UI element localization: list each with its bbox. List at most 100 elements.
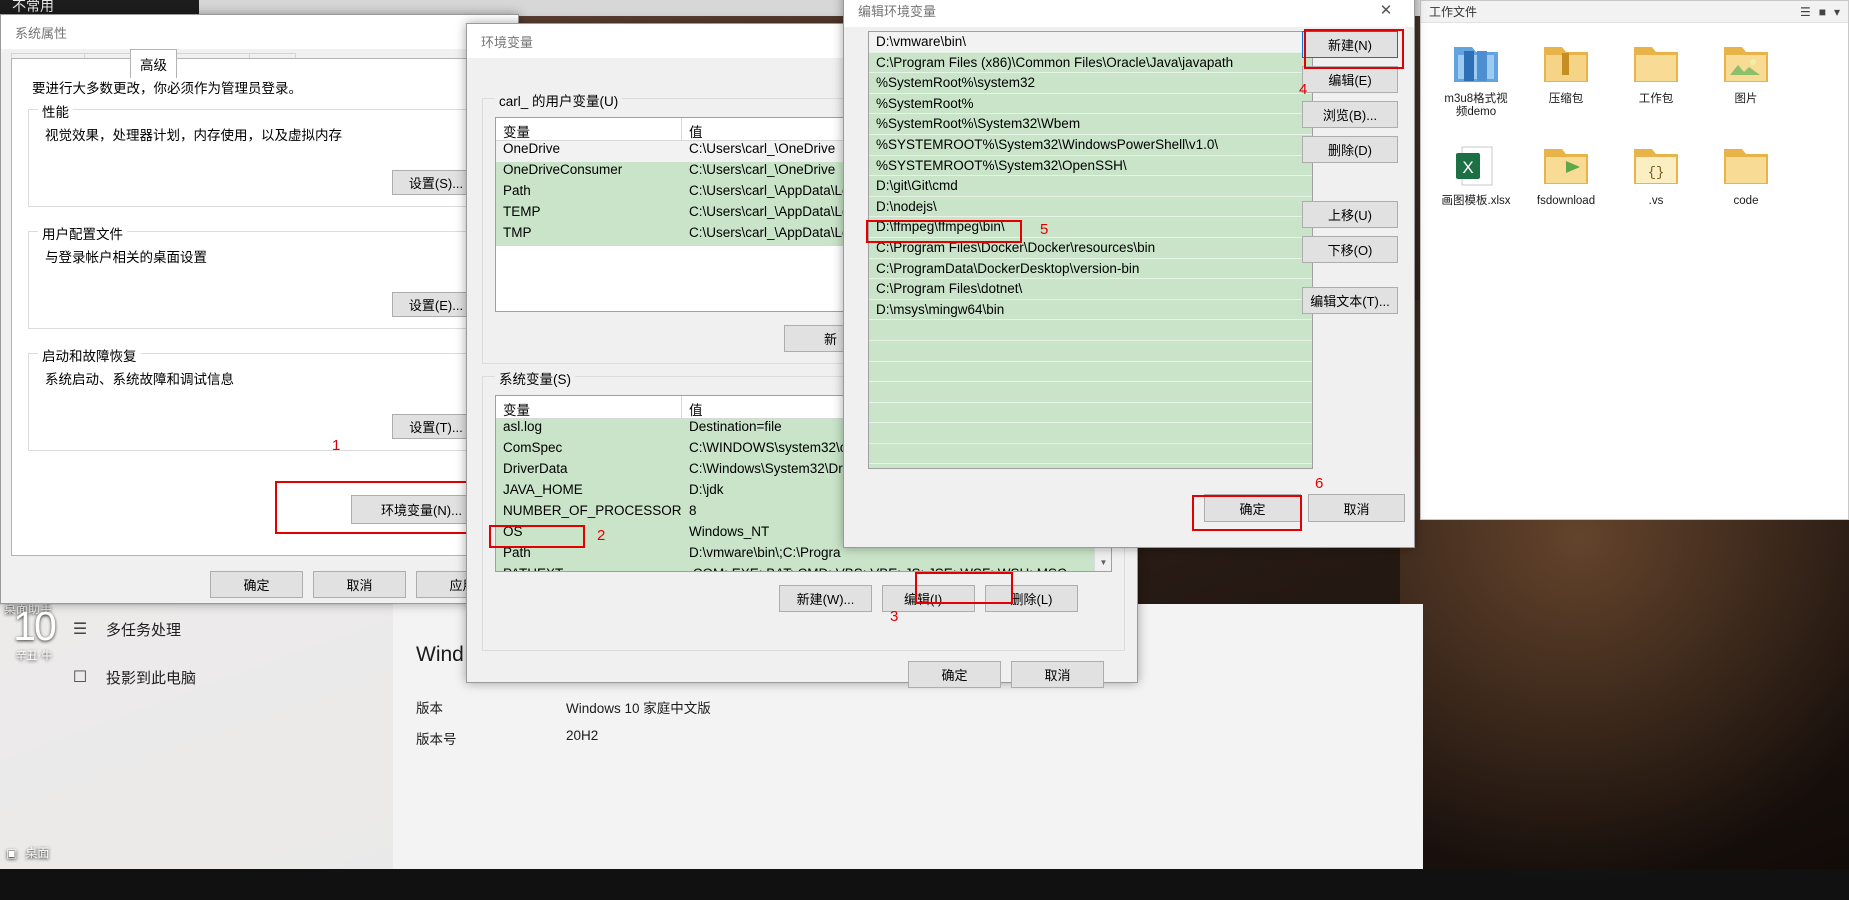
- ffmpeg-path-entry[interactable]: D:\ffmpeg\ffmpeg\bin\: [869, 217, 1312, 238]
- list-item[interactable]: D:\nodejs\: [869, 197, 1312, 218]
- button-label: 确定: [941, 668, 968, 683]
- edit-path-entry-button[interactable]: 编辑(E): [1302, 66, 1398, 93]
- list-item-empty[interactable]: [869, 320, 1312, 341]
- scroll-down-icon[interactable]: ▼: [1095, 554, 1111, 571]
- list-view-icon[interactable]: ☰: [1800, 5, 1811, 19]
- browse-path-entry-button[interactable]: 浏览(B)...: [1302, 101, 1398, 128]
- row-variable: OneDriveConsumer: [503, 162, 623, 177]
- file-item[interactable]: code: [1709, 137, 1783, 208]
- list-item[interactable]: D:\git\Git\cmd: [869, 176, 1312, 197]
- user-profiles-group: 用户配置文件 与登录帐户相关的桌面设置 设置(E)...: [28, 223, 493, 329]
- list-item[interactable]: C:\Program Files\Docker\Docker\resources…: [869, 238, 1312, 259]
- grid-view-icon[interactable]: ■: [1819, 5, 1826, 19]
- file-item[interactable]: m3u8格式视频demo: [1439, 35, 1513, 119]
- path-entries-list[interactable]: D:\vmware\bin\ C:\Program Files (x86)\Co…: [868, 31, 1313, 469]
- about-window-heading: Wind: [416, 643, 464, 666]
- file-label: m3u8格式视频demo: [1444, 93, 1508, 118]
- system-properties-ok-button[interactable]: 确定: [210, 571, 303, 598]
- folder-pictures-icon: [1709, 35, 1783, 93]
- list-item[interactable]: %SYSTEMROOT%\System32\WindowsPowerShell\…: [869, 135, 1312, 156]
- button-label: 取消: [1044, 668, 1071, 683]
- column-header-variable: 变量: [496, 396, 682, 418]
- new-path-entry-button[interactable]: 新建(N): [1302, 31, 1398, 58]
- list-item[interactable]: D:\msys\mingw64\bin: [869, 300, 1312, 321]
- startup-recovery-group-text: 系统启动、系统故障和调试信息: [45, 372, 234, 387]
- environment-variables-cancel-button[interactable]: 取消: [1011, 661, 1104, 688]
- move-up-button[interactable]: 上移(U): [1302, 201, 1398, 228]
- button-label: 下移(O): [1327, 243, 1373, 258]
- file-label: 画图模板.xlsx: [1441, 195, 1511, 207]
- chevron-down-icon[interactable]: ▾: [1834, 5, 1840, 19]
- system-path-row[interactable]: Path D:\vmware\bin\;C:\Progra: [496, 545, 1111, 566]
- list-item-empty[interactable]: [869, 444, 1312, 465]
- file-item[interactable]: 压缩包: [1529, 35, 1603, 119]
- button-label: 新: [823, 332, 837, 347]
- list-item-empty[interactable]: [869, 362, 1312, 383]
- explorer-header: 工作文件 ☰ ■ ▾: [1421, 1, 1848, 23]
- button-label: 新建(N): [1327, 38, 1373, 53]
- system-variables-legend: 系统变量(S): [495, 368, 575, 388]
- edit-environment-variable-dialog[interactable]: 编辑环境变量 ✕ D:\vmware\bin\ C:\Program Files…: [843, 0, 1415, 548]
- file-item[interactable]: fsdownload: [1529, 137, 1603, 208]
- list-item-empty[interactable]: [869, 382, 1312, 403]
- edit-dialog-cancel-button[interactable]: 取消: [1308, 494, 1405, 522]
- annotation-number-4: 4: [1299, 81, 1308, 98]
- delete-system-variable-button[interactable]: 删除(L): [985, 585, 1078, 612]
- list-item-empty[interactable]: [869, 341, 1312, 362]
- system-properties-dialog[interactable]: 系统属性 计算机名 硬件 高级 系统保护 远程 要进行大多数更改，你必须作为管理…: [0, 14, 519, 604]
- folder-archive-icon: [1529, 35, 1603, 93]
- file-item[interactable]: 工作包: [1619, 35, 1693, 119]
- folder-yellow-icon: [1619, 35, 1693, 93]
- explorer-file-grid[interactable]: m3u8格式视频demo 压缩包 工作包 图片 X 画图模板.xlsx fsdo…: [1421, 23, 1848, 238]
- excel-file-icon: X: [1439, 137, 1513, 195]
- admin-note: 要进行大多数更改，你必须作为管理员登录。: [32, 81, 302, 96]
- edit-dialog-ok-button[interactable]: 确定: [1204, 494, 1301, 522]
- close-icon[interactable]: ✕: [1364, 0, 1408, 24]
- annotation-number-5: 5: [1040, 221, 1049, 238]
- list-item[interactable]: %SYSTEMROOT%\System32\OpenSSH\: [869, 156, 1312, 177]
- file-label: 工作包: [1638, 93, 1674, 105]
- row-value: .COM;.EXE;.BAT;.CMD;.VBS;.VBE;.JS;.JSE;.…: [682, 566, 1111, 571]
- edit-dialog-title: 编辑环境变量: [858, 3, 937, 19]
- button-label: 上移(U): [1327, 208, 1373, 223]
- show-desktop-button[interactable]: ▣ 桌面: [6, 844, 49, 861]
- file-label: 压缩包: [1548, 93, 1584, 105]
- assistant-row-label: 投影到此电脑: [106, 669, 197, 687]
- delete-path-entry-button[interactable]: 删除(D): [1302, 136, 1398, 163]
- list-item[interactable]: C:\Program Files (x86)\Common Files\Orac…: [869, 53, 1312, 74]
- row-variable: Path: [503, 545, 531, 560]
- list-item-empty[interactable]: [869, 423, 1312, 444]
- desktop-clock-widget: 10 辛丑·牛: [0, 604, 68, 724]
- system-properties-cancel-button[interactable]: 取消: [313, 571, 406, 598]
- annotation-number-1: 1: [332, 437, 341, 454]
- file-item[interactable]: {} .vs: [1619, 137, 1693, 208]
- list-item-empty[interactable]: [869, 403, 1312, 424]
- clock-subtext: 辛丑·牛: [15, 650, 53, 662]
- multitask-icon: ☰: [72, 621, 88, 638]
- desktop-icon: ▣: [6, 845, 18, 860]
- list-item[interactable]: C:\Program Files\dotnet\: [869, 279, 1312, 300]
- edit-dialog-side-buttons[interactable]: 新建(N) 编辑(E) 浏览(B)... 删除(D) 上移(U) 下移(O) 编…: [1302, 31, 1398, 322]
- list-item[interactable]: %SystemRoot%\system32: [869, 73, 1312, 94]
- environment-variables-ok-button[interactable]: 确定: [908, 661, 1001, 688]
- edit-text-button[interactable]: 编辑文本(T)...: [1302, 287, 1398, 314]
- button-label: 确定: [1239, 501, 1266, 517]
- tab-advanced[interactable]: 高级: [130, 49, 177, 78]
- list-item[interactable]: %SystemRoot%: [869, 94, 1312, 115]
- file-item[interactable]: X 画图模板.xlsx: [1439, 137, 1513, 208]
- table-row[interactable]: PATHEXT .COM;.EXE;.BAT;.CMD;.VBS;.VBE;.J…: [496, 566, 1111, 571]
- edit-dialog-titlebar: 编辑环境变量 ✕: [844, 0, 1414, 27]
- user-profiles-group-text: 与登录帐户相关的桌面设置: [45, 250, 207, 265]
- list-item[interactable]: D:\vmware\bin\: [869, 32, 1312, 53]
- list-item[interactable]: %SystemRoot%\System32\Wbem: [869, 114, 1312, 135]
- move-down-button[interactable]: 下移(O): [1302, 236, 1398, 263]
- file-explorer-window[interactable]: 工作文件 ☰ ■ ▾ m3u8格式视频demo 压缩包 工作包 图片 X 画图模…: [1420, 0, 1849, 520]
- file-item[interactable]: 图片: [1709, 35, 1783, 119]
- row-variable: PATHEXT: [496, 566, 682, 571]
- new-system-variable-button[interactable]: 新建(W)...: [779, 585, 872, 612]
- show-desktop-label: 桌面: [25, 846, 50, 860]
- button-label: 浏览(B)...: [1322, 108, 1378, 123]
- list-item[interactable]: C:\ProgramData\DockerDesktop\version-bin: [869, 259, 1312, 280]
- row-variable: asl.log: [503, 419, 543, 434]
- button-label: 设置(E)...: [408, 298, 464, 313]
